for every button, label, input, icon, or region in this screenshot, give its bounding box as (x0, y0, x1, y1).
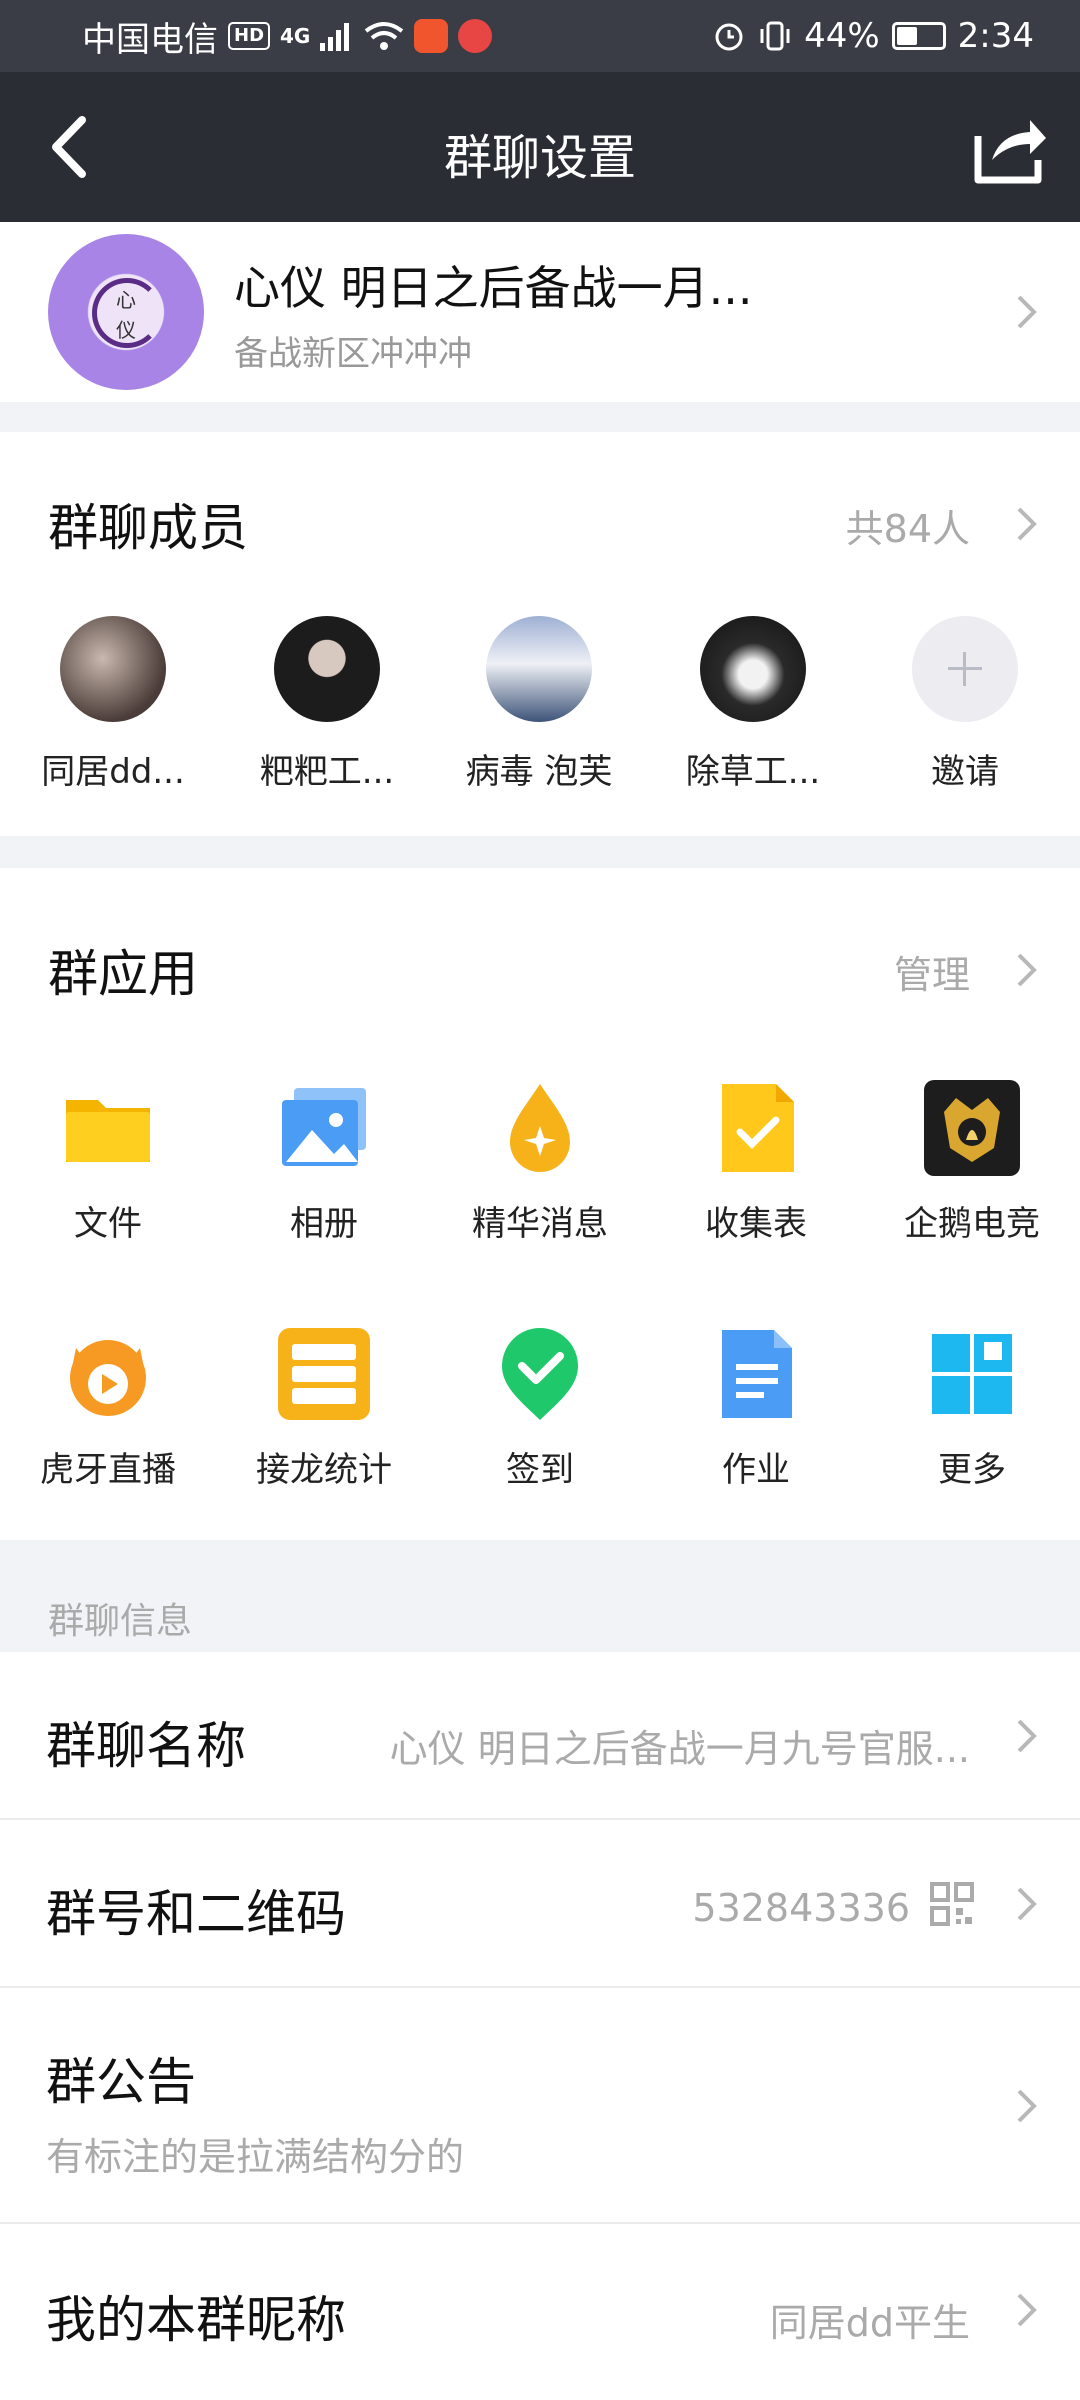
app-label: 作业 (722, 1450, 790, 1490)
member-item[interactable]: 同居dd... (18, 616, 208, 793)
status-bar: 中国电信 HD 4G 44% 2:34 (0, 0, 1080, 72)
group-info-section: 群聊名称 心仪 明日之后备战一月九号官服... 群号和二维码 532843336… (0, 1652, 1080, 2400)
plus-icon[interactable] (912, 616, 1018, 722)
members-section: 群聊成员 共84人 同居dd... 粑粑工... 病毒 泡芙 除草工... 邀请 (0, 432, 1080, 836)
app-label: 接龙统计 (256, 1450, 392, 1490)
homework-doc-icon (722, 1330, 792, 1418)
member-name: 粑粑工... (259, 752, 395, 792)
app-label: 虎牙直播 (40, 1450, 176, 1490)
info-section-label: 群聊信息 (48, 1601, 193, 1642)
network-type: 4G (280, 24, 311, 48)
share-icon[interactable] (970, 108, 1050, 188)
group-number-row[interactable]: 群号和二维码 532843336 (0, 1820, 1080, 1988)
checkin-icon (502, 1328, 578, 1420)
app-label: 企鹅电竞 (904, 1204, 1040, 1244)
chevron-right-icon (1017, 1887, 1037, 1921)
wifi-icon (365, 22, 404, 50)
member-item[interactable]: 病毒 泡芙 (444, 616, 634, 793)
essence-drop-icon (510, 1084, 570, 1172)
group-subtitle: 备战新区冲冲冲 (234, 334, 472, 374)
members-title: 群聊成员 (48, 499, 248, 557)
app-checkin[interactable]: 签到 (432, 1324, 648, 1491)
huya-live-icon (60, 1326, 156, 1422)
app-collect-form[interactable]: 收集表 (648, 1078, 864, 1245)
form-check-icon (722, 1084, 794, 1172)
member-avatar[interactable] (60, 616, 166, 722)
chevron-right-icon (1017, 2293, 1037, 2327)
avatar-text: 仪 (116, 318, 136, 342)
member-name: 除草工... (685, 752, 821, 792)
member-name: 病毒 泡芙 (465, 752, 613, 792)
group-avatar[interactable]: 心 仪 (48, 234, 204, 390)
app-penguin-esports[interactable]: 企鹅电竞 (864, 1078, 1080, 1245)
app-label: 签到 (506, 1450, 574, 1490)
member-avatar[interactable] (700, 616, 806, 722)
chevron-right-icon[interactable] (1014, 950, 1040, 990)
qr-code-icon (930, 1882, 974, 1926)
folder-icon (66, 1100, 150, 1162)
app-label: 收集表 (705, 1204, 807, 1244)
page-title: 群聊设置 (443, 130, 636, 186)
group-number: 532843336 (692, 1886, 910, 1930)
chevron-right-icon (1017, 2089, 1037, 2123)
apps-title: 群应用 (48, 945, 198, 1003)
apps-manage[interactable]: 管理 (894, 944, 970, 999)
member-avatar[interactable] (274, 616, 380, 722)
app-files[interactable]: 文件 (0, 1078, 216, 1245)
app-label: 更多 (938, 1450, 1006, 1490)
app-homework[interactable]: 作业 (648, 1324, 864, 1491)
chevron-right-icon (1017, 1719, 1037, 1753)
avatar-text: 心 (116, 288, 136, 312)
app-label: 文件 (74, 1204, 142, 1244)
battery-icon (891, 22, 946, 50)
app-more[interactable]: 更多 (864, 1324, 1080, 1491)
group-name-row[interactable]: 群聊名称 心仪 明日之后备战一月九号官服... (0, 1652, 1080, 1820)
notice-preview: 有标注的是拉满结构分的 (46, 2135, 465, 2179)
alarm-icon (715, 23, 743, 51)
group-name: 心仪 明日之后备战一月... (234, 261, 753, 315)
hd-badge: HD (228, 22, 271, 50)
member-item[interactable]: 粑粑工... (232, 616, 422, 793)
nav-bar: 群聊设置 (0, 72, 1080, 222)
member-count[interactable]: 共84人 (846, 498, 970, 553)
app-label: 精华消息 (472, 1204, 608, 1244)
member-item[interactable]: 除草工... (658, 616, 848, 793)
member-avatar[interactable] (486, 616, 592, 722)
app-huya-live[interactable]: 虎牙直播 (0, 1324, 216, 1491)
member-name: 同居dd... (41, 752, 185, 792)
row-value: 心仪 明日之后备战一月九号官服... (389, 1727, 970, 1771)
row-title: 我的本群昵称 (46, 2291, 346, 2349)
invite-label: 邀请 (931, 752, 999, 792)
group-profile-card[interactable]: 心 仪 心仪 明日之后备战一月... 备战新区冲冲冲 (0, 222, 1080, 402)
invite-member[interactable]: 邀请 (870, 616, 1060, 793)
app-notification-icon (414, 19, 449, 53)
chevron-right-icon (1017, 295, 1037, 329)
list-stats-icon (278, 1328, 370, 1420)
row-title: 群号和二维码 (46, 1885, 346, 1943)
battery-percent: 44% (804, 16, 880, 56)
row-value: 同居dd平生 (769, 2301, 970, 2345)
more-grid-icon (932, 1334, 1012, 1414)
group-notice-row[interactable]: 群公告 有标注的是拉满结构分的 (0, 1988, 1080, 2224)
row-title: 群公告 (46, 2053, 196, 2111)
row-title: 群聊名称 (46, 1717, 246, 1775)
vibrate-icon (760, 21, 790, 51)
app-label: 相册 (290, 1204, 358, 1244)
app-list-stats[interactable]: 接龙统计 (216, 1324, 432, 1491)
photo-album-icon (282, 1088, 366, 1166)
my-nickname-row[interactable]: 我的本群昵称 同居dd平生 (0, 2224, 1080, 2400)
app-essence[interactable]: 精华消息 (432, 1078, 648, 1245)
clock: 2:34 (957, 16, 1034, 56)
search-app-icon (458, 19, 493, 53)
chevron-right-icon[interactable] (1014, 504, 1040, 544)
app-album[interactable]: 相册 (216, 1078, 432, 1245)
signal-icon (320, 23, 350, 51)
group-apps-section: 群应用 管理 文件 相册 精华消息 收集表 企鹅电竞 虎牙直播 接龙统计 签到 … (0, 868, 1080, 1540)
penguin-esports-icon (924, 1080, 1020, 1176)
carrier-label: 中国电信 (82, 19, 218, 60)
